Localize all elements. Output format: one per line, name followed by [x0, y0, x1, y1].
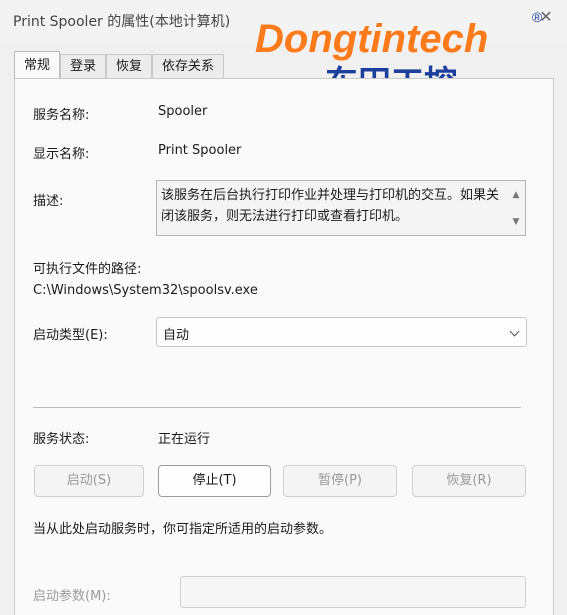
service-name-value: Spooler [158, 104, 208, 119]
tab-logon[interactable]: 登录 [60, 54, 107, 78]
startup-type-label: 启动类型(E): [33, 328, 108, 343]
description-text: 该服务在后台执行打印作业并处理与打印机的交互。如果关闭该服务，则无法进行打印或查… [161, 188, 500, 224]
display-name-value: Print Spooler [158, 143, 242, 158]
start-params-hint: 当从此处启动服务时，你可指定所适用的启动参数。 [33, 522, 333, 537]
start-params-input[interactable] [180, 576, 526, 608]
scroll-down-icon[interactable]: ▼ [509, 212, 523, 233]
chevron-down-icon [509, 326, 520, 337]
service-status-label: 服务状态: [33, 432, 90, 447]
close-icon[interactable]: ✕ [535, 6, 557, 28]
divider [33, 407, 521, 408]
startup-type-dropdown[interactable]: 自动 [156, 317, 527, 347]
tab-strip: 常规 登录 恢复 依存关系 [14, 51, 225, 79]
description-textbox[interactable]: 该服务在后台执行打印作业并处理与打印机的交互。如果关闭该服务，则无法进行打印或查… [156, 180, 526, 236]
stop-button[interactable]: 停止(T) [158, 465, 271, 497]
scroll-up-icon[interactable]: ▲ [509, 185, 523, 206]
service-status-value: 正在运行 [158, 432, 211, 447]
tab-recovery[interactable]: 恢复 [106, 54, 153, 78]
tab-dependencies[interactable]: 依存关系 [152, 54, 225, 78]
start-params-label: 启动参数(M): [33, 589, 111, 604]
pause-button[interactable]: 暂停(P) [283, 465, 397, 497]
startup-type-value: 自动 [163, 328, 190, 343]
window-title: Print Spooler 的属性(本地计算机) [13, 14, 231, 30]
description-label: 描述: [33, 194, 64, 209]
service-name-label: 服务名称: [33, 108, 90, 123]
exe-path-label: 可执行文件的路径: [33, 262, 142, 277]
title-bar: Print Spooler 的属性(本地计算机) ✕ [0, 0, 567, 42]
exe-path-value: C:\Windows\System32\spoolsv.exe [33, 283, 258, 298]
start-button[interactable]: 启动(S) [34, 465, 144, 497]
resume-button[interactable]: 恢复(R) [412, 465, 526, 497]
description-scrollbar[interactable]: ▲ ▼ [509, 185, 523, 233]
display-name-label: 显示名称: [33, 147, 90, 162]
tab-general[interactable]: 常规 [14, 51, 61, 79]
